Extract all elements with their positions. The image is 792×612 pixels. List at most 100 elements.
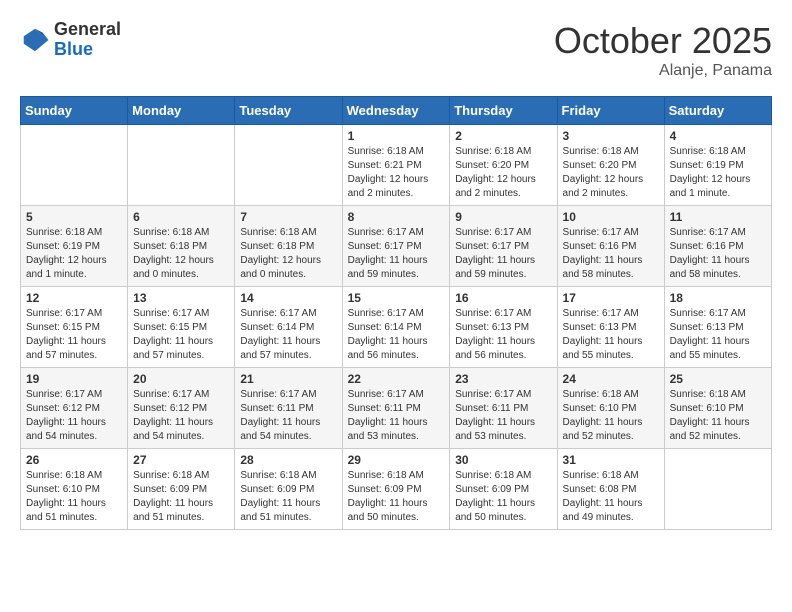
day-number: 17 [563, 291, 659, 305]
calendar-cell [664, 449, 771, 530]
day-number: 16 [455, 291, 551, 305]
day-info: Sunrise: 6:17 AM Sunset: 6:14 PM Dayligh… [240, 307, 336, 363]
day-number: 23 [455, 372, 551, 386]
calendar-header-sunday: Sunday [21, 97, 128, 125]
location-subtitle: Alanje, Panama [554, 62, 772, 80]
calendar-cell: 15 Sunrise: 6:17 AM Sunset: 6:14 PM Dayli… [342, 287, 450, 368]
day-number: 22 [348, 372, 445, 386]
calendar-week-row: 1 Sunrise: 6:18 AM Sunset: 6:21 PM Daylig… [21, 125, 772, 206]
day-info: Sunrise: 6:18 AM Sunset: 6:19 PM Dayligh… [26, 226, 122, 282]
calendar-week-row: 19Sunrise: 6:17 AM Sunset: 6:12 PM Dayli… [21, 368, 772, 449]
day-info: Sunrise: 6:18 AM Sunset: 6:20 PM Dayligh… [455, 145, 551, 201]
day-info: Sunrise: 6:17 AM Sunset: 6:11 PM Dayligh… [240, 388, 336, 444]
calendar-cell: 22Sunrise: 6:17 AM Sunset: 6:11 PM Dayli… [342, 368, 450, 449]
day-number: 15 [348, 291, 445, 305]
calendar-cell: 19Sunrise: 6:17 AM Sunset: 6:12 PM Dayli… [21, 368, 128, 449]
calendar-table: SundayMondayTuesdayWednesdayThursdayFrid… [20, 96, 772, 530]
calendar-header-saturday: Saturday [664, 97, 771, 125]
day-number: 9 [455, 210, 551, 224]
calendar-cell: 25Sunrise: 6:18 AM Sunset: 6:10 PM Dayli… [664, 368, 771, 449]
calendar-week-row: 5 Sunrise: 6:18 AM Sunset: 6:19 PM Daylig… [21, 206, 772, 287]
day-info: Sunrise: 6:18 AM Sunset: 6:09 PM Dayligh… [133, 469, 229, 525]
calendar-header-tuesday: Tuesday [235, 97, 342, 125]
calendar-cell: 26 Sunrise: 6:18 AM Sunset: 6:10 PM Dayli… [21, 449, 128, 530]
day-number: 1 [348, 129, 445, 143]
day-number: 2 [455, 129, 551, 143]
calendar-cell: 1 Sunrise: 6:18 AM Sunset: 6:21 PM Daylig… [342, 125, 450, 206]
day-info: Sunrise: 6:17 AM Sunset: 6:13 PM Dayligh… [670, 307, 766, 363]
day-info: Sunrise: 6:18 AM Sunset: 6:08 PM Dayligh… [563, 469, 659, 525]
calendar-cell: 18 Sunrise: 6:17 AM Sunset: 6:13 PM Dayli… [664, 287, 771, 368]
day-info: Sunrise: 6:18 AM Sunset: 6:10 PM Dayligh… [26, 469, 122, 525]
day-info: Sunrise: 6:18 AM Sunset: 6:10 PM Dayligh… [563, 388, 659, 444]
calendar-cell: 24 Sunrise: 6:18 AM Sunset: 6:10 PM Dayli… [557, 368, 664, 449]
day-number: 10 [563, 210, 659, 224]
day-info: Sunrise: 6:17 AM Sunset: 6:13 PM Dayligh… [563, 307, 659, 363]
calendar-cell [128, 125, 235, 206]
calendar-cell: 5 Sunrise: 6:18 AM Sunset: 6:19 PM Daylig… [21, 206, 128, 287]
day-info: Sunrise: 6:18 AM Sunset: 6:19 PM Dayligh… [670, 145, 766, 201]
day-number: 12 [26, 291, 122, 305]
logo-text: General Blue [54, 20, 121, 60]
logo: General Blue [20, 20, 121, 60]
calendar-cell: 2 Sunrise: 6:18 AM Sunset: 6:20 PM Daylig… [450, 125, 557, 206]
day-info: Sunrise: 6:18 AM Sunset: 6:18 PM Dayligh… [133, 226, 229, 282]
day-info: Sunrise: 6:17 AM Sunset: 6:15 PM Dayligh… [26, 307, 122, 363]
day-info: Sunrise: 6:18 AM Sunset: 6:09 PM Dayligh… [240, 469, 336, 525]
calendar-cell [235, 125, 342, 206]
title-block: October 2025 Alanje, Panama [554, 20, 772, 80]
day-number: 5 [26, 210, 122, 224]
day-number: 29 [348, 453, 445, 467]
day-info: Sunrise: 6:17 AM Sunset: 6:16 PM Dayligh… [670, 226, 766, 282]
calendar-header-wednesday: Wednesday [342, 97, 450, 125]
calendar-cell: 14Sunrise: 6:17 AM Sunset: 6:14 PM Dayli… [235, 287, 342, 368]
day-info: Sunrise: 6:18 AM Sunset: 6:10 PM Dayligh… [670, 388, 766, 444]
day-info: Sunrise: 6:18 AM Sunset: 6:20 PM Dayligh… [563, 145, 659, 201]
day-info: Sunrise: 6:17 AM Sunset: 6:14 PM Dayligh… [348, 307, 445, 363]
day-info: Sunrise: 6:17 AM Sunset: 6:16 PM Dayligh… [563, 226, 659, 282]
day-number: 18 [670, 291, 766, 305]
day-number: 28 [240, 453, 336, 467]
day-number: 24 [563, 372, 659, 386]
day-number: 7 [240, 210, 336, 224]
calendar-cell: 3 Sunrise: 6:18 AM Sunset: 6:20 PM Daylig… [557, 125, 664, 206]
calendar-header-row: SundayMondayTuesdayWednesdayThursdayFrid… [21, 97, 772, 125]
logo-general: General [54, 20, 121, 40]
calendar-cell: 28 Sunrise: 6:18 AM Sunset: 6:09 PM Dayli… [235, 449, 342, 530]
day-number: 8 [348, 210, 445, 224]
page-header: General Blue October 2025 Alanje, Panama [20, 20, 772, 80]
day-info: Sunrise: 6:18 AM Sunset: 6:21 PM Dayligh… [348, 145, 445, 201]
calendar-cell: 8 Sunrise: 6:17 AM Sunset: 6:17 PM Daylig… [342, 206, 450, 287]
calendar-cell: 9 Sunrise: 6:17 AM Sunset: 6:17 PM Daylig… [450, 206, 557, 287]
day-number: 6 [133, 210, 229, 224]
day-info: Sunrise: 6:17 AM Sunset: 6:17 PM Dayligh… [348, 226, 445, 282]
day-info: Sunrise: 6:17 AM Sunset: 6:11 PM Dayligh… [455, 388, 551, 444]
day-number: 13 [133, 291, 229, 305]
day-info: Sunrise: 6:17 AM Sunset: 6:15 PM Dayligh… [133, 307, 229, 363]
day-number: 27 [133, 453, 229, 467]
calendar-cell: 31 Sunrise: 6:18 AM Sunset: 6:08 PM Dayli… [557, 449, 664, 530]
calendar-cell: 20Sunrise: 6:17 AM Sunset: 6:12 PM Dayli… [128, 368, 235, 449]
day-number: 3 [563, 129, 659, 143]
calendar-header-friday: Friday [557, 97, 664, 125]
calendar-cell: 16Sunrise: 6:17 AM Sunset: 6:13 PM Dayli… [450, 287, 557, 368]
day-info: Sunrise: 6:17 AM Sunset: 6:17 PM Dayligh… [455, 226, 551, 282]
calendar-cell: 30Sunrise: 6:18 AM Sunset: 6:09 PM Dayli… [450, 449, 557, 530]
calendar-cell: 6 Sunrise: 6:18 AM Sunset: 6:18 PM Daylig… [128, 206, 235, 287]
month-title: October 2025 [554, 20, 772, 62]
calendar-cell: 29 Sunrise: 6:18 AM Sunset: 6:09 PM Dayli… [342, 449, 450, 530]
day-info: Sunrise: 6:18 AM Sunset: 6:09 PM Dayligh… [455, 469, 551, 525]
day-info: Sunrise: 6:18 AM Sunset: 6:09 PM Dayligh… [348, 469, 445, 525]
calendar-week-row: 12 Sunrise: 6:17 AM Sunset: 6:15 PM Dayli… [21, 287, 772, 368]
day-number: 19 [26, 372, 122, 386]
day-number: 21 [240, 372, 336, 386]
calendar-week-row: 26 Sunrise: 6:18 AM Sunset: 6:10 PM Dayli… [21, 449, 772, 530]
logo-blue: Blue [54, 40, 121, 60]
calendar-cell: 12 Sunrise: 6:17 AM Sunset: 6:15 PM Dayli… [21, 287, 128, 368]
day-number: 31 [563, 453, 659, 467]
calendar-cell: 4Sunrise: 6:18 AM Sunset: 6:19 PM Daylig… [664, 125, 771, 206]
day-number: 26 [26, 453, 122, 467]
calendar-cell: 10 Sunrise: 6:17 AM Sunset: 6:16 PM Dayli… [557, 206, 664, 287]
logo-icon [20, 25, 50, 55]
calendar-cell: 13 Sunrise: 6:17 AM Sunset: 6:15 PM Dayli… [128, 287, 235, 368]
